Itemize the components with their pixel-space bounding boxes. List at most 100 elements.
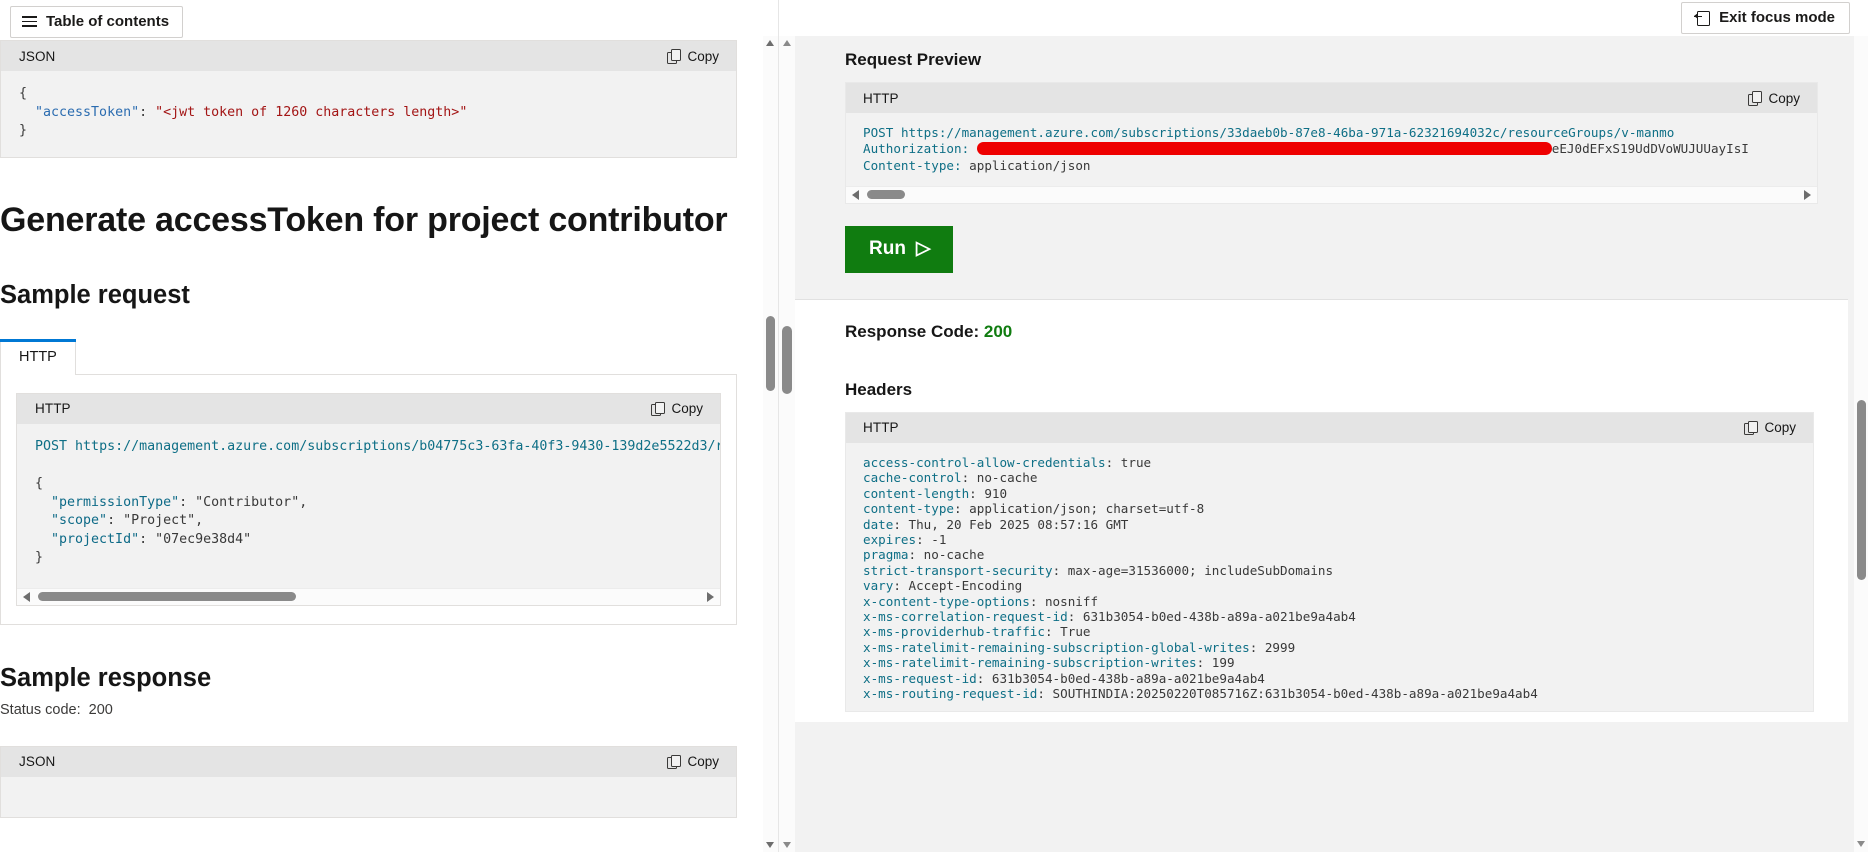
copy-button[interactable]: Copy: [1735, 415, 1807, 440]
tab-http[interactable]: HTTP: [0, 338, 76, 375]
header-row: x-ms-providerhub-traffic: True: [863, 624, 1799, 639]
play-icon: ▷: [915, 238, 931, 260]
header-row: expires: -1: [863, 532, 1799, 547]
header-name: x-ms-correlation-request-id: [863, 608, 1068, 624]
try-it-scrollbar[interactable]: [779, 36, 795, 852]
exit-focus-mode-button[interactable]: Exit focus mode: [1681, 2, 1850, 34]
scrollbar-thumb[interactable]: [38, 592, 296, 602]
sample-request-tabstrip: HTTP: [0, 338, 737, 375]
window-scrollbar[interactable]: [1854, 0, 1868, 852]
header-name: x-content-type-options: [863, 593, 1030, 609]
json-value: "Project": [123, 513, 196, 529]
json-key: "accessToken": [35, 104, 140, 120]
redaction-bar: [976, 142, 1552, 156]
scroll-up-arrow-icon[interactable]: [766, 40, 774, 46]
scroll-right-arrow-icon[interactable]: [707, 591, 714, 602]
json-value: "<jwt token of 1260 characters length>": [155, 104, 468, 120]
code-block-header: JSON Copy: [1, 746, 736, 777]
table-of-contents-label: Table of contents: [46, 13, 170, 30]
header-name: x-ms-ratelimit-remaining-subscription-gl…: [863, 639, 1250, 655]
copy-icon: [651, 401, 665, 417]
copy-button[interactable]: Copy: [642, 396, 714, 421]
content-type-label: Content-type:: [863, 157, 962, 173]
scroll-down-arrow-icon[interactable]: [782, 842, 791, 848]
scrollbar-thumb[interactable]: [766, 316, 775, 391]
copy-icon: [1744, 420, 1758, 436]
code-content: POST https://management.azure.com/subscr…: [846, 113, 1817, 186]
header-name: x-ms-ratelimit-remaining-subscription-wr…: [863, 655, 1197, 671]
scrollbar-thumb[interactable]: [1856, 400, 1866, 580]
code-content: { "accessToken": "<jwt token of 1260 cha…: [1, 71, 736, 157]
header-name: content-type: [863, 501, 954, 517]
code-content: access-control-allow-credentials: true ca…: [846, 442, 1813, 712]
response-headers-code-block: HTTP Copy access-control-allow-credentia…: [845, 411, 1814, 713]
sample-request-panel: HTTP Copy POST https://management.azure.…: [0, 374, 737, 625]
header-row: date: Thu, 20 Feb 2025 08:57:16 GMT: [863, 517, 1799, 532]
sample-response-code-block: JSON Copy: [0, 745, 737, 818]
horizontal-scrollbar[interactable]: [846, 185, 1817, 203]
copy-button[interactable]: Copy: [658, 749, 730, 774]
header-value: : 631b3054-b0ed-438b-a89a-a021be9a4ab4: [976, 670, 1265, 686]
header-value: : -1: [916, 531, 947, 547]
table-of-contents-button[interactable]: Table of contents: [10, 6, 184, 38]
header-value: : True: [1044, 624, 1091, 640]
scroll-left-arrow-icon[interactable]: [852, 189, 859, 200]
header-value: : max-age=31536000; includeSubDomains: [1052, 562, 1334, 578]
scroll-left-arrow-icon[interactable]: [23, 591, 30, 602]
try-it-pane: Exit focus mode Request Preview HTTP Cop…: [779, 0, 1868, 852]
code-content: [1, 776, 736, 817]
code-language-label: JSON: [19, 754, 56, 770]
documentation-scrollbar[interactable]: [763, 36, 778, 852]
code-block-header: JSON Copy: [1, 41, 736, 71]
header-name: x-ms-request-id: [863, 670, 977, 686]
code-block-header: HTTP Copy: [846, 83, 1817, 113]
scroll-down-arrow-icon[interactable]: [766, 842, 774, 848]
try-it-content: Request Preview HTTP Copy POST https://m…: [795, 36, 1848, 852]
header-row: x-ms-ratelimit-remaining-subscription-wr…: [863, 655, 1799, 670]
status-code-label: Status code:: [0, 701, 81, 718]
scroll-up-arrow-icon[interactable]: [782, 40, 791, 46]
header-value: : 2999: [1249, 639, 1296, 655]
run-button[interactable]: Run ▷: [845, 225, 953, 273]
json-key: "permissionType": [51, 494, 180, 510]
run-button-label: Run: [869, 237, 906, 259]
response-code-value: 200: [983, 321, 1013, 341]
request-url: https://management.azure.com/subscriptio…: [75, 438, 720, 454]
code-language-label: JSON: [19, 48, 56, 64]
scroll-down-arrow-icon[interactable]: [1856, 841, 1865, 847]
response-section: Response Code: 200 Headers HTTP Copy acc…: [795, 299, 1848, 723]
header-name: cache-control: [863, 470, 962, 486]
scroll-right-arrow-icon[interactable]: [1804, 189, 1811, 200]
response-code-label: Response Code:: [845, 321, 980, 341]
header-row: content-length: 910: [863, 486, 1799, 501]
copy-icon: [1748, 91, 1762, 106]
copy-button[interactable]: Copy: [1739, 86, 1811, 111]
copy-label: Copy: [1768, 90, 1800, 106]
header-row: content-type: application/json; charset=…: [863, 501, 1799, 516]
scrollbar-thumb[interactable]: [782, 326, 792, 394]
header-row: x-ms-routing-request-id: SOUTHINDIA:2025…: [863, 686, 1799, 701]
header-name: expires: [863, 531, 917, 547]
header-row: access-control-allow-credentials: true: [863, 455, 1799, 470]
authorization-label: Authorization:: [863, 141, 970, 157]
code-content: POST https://management.azure.com/subscr…: [17, 423, 720, 588]
code-language-label: HTTP: [863, 420, 899, 436]
header-name: x-ms-routing-request-id: [863, 685, 1038, 701]
code-language-label: HTTP: [863, 90, 899, 106]
horizontal-scrollbar[interactable]: [17, 587, 720, 605]
header-value: : no-cache: [908, 547, 985, 563]
exit-focus-bar: Exit focus mode: [779, 0, 1868, 36]
tab-http-label: HTTP: [19, 349, 57, 366]
run-button-wrap: Run ▷: [795, 203, 1848, 273]
header-value: : nosniff: [1029, 593, 1099, 609]
header-value: : Thu, 20 Feb 2025 08:57:16 GMT: [893, 516, 1129, 532]
request-preview-heading: Request Preview: [845, 50, 982, 69]
header-name: access-control-allow-credentials: [863, 454, 1106, 470]
copy-button[interactable]: Copy: [658, 44, 730, 69]
json-value: "07ec9e38d4": [155, 531, 252, 547]
copy-icon: [667, 754, 681, 770]
sample-request-code-block: HTTP Copy POST https://management.azure.…: [16, 392, 721, 606]
authorization-tail: eEJ0dEFxS19UdDVoWUJUUayIsI: [1551, 141, 1749, 157]
scrollbar-thumb[interactable]: [867, 190, 905, 200]
header-row: cache-control: no-cache: [863, 470, 1799, 485]
